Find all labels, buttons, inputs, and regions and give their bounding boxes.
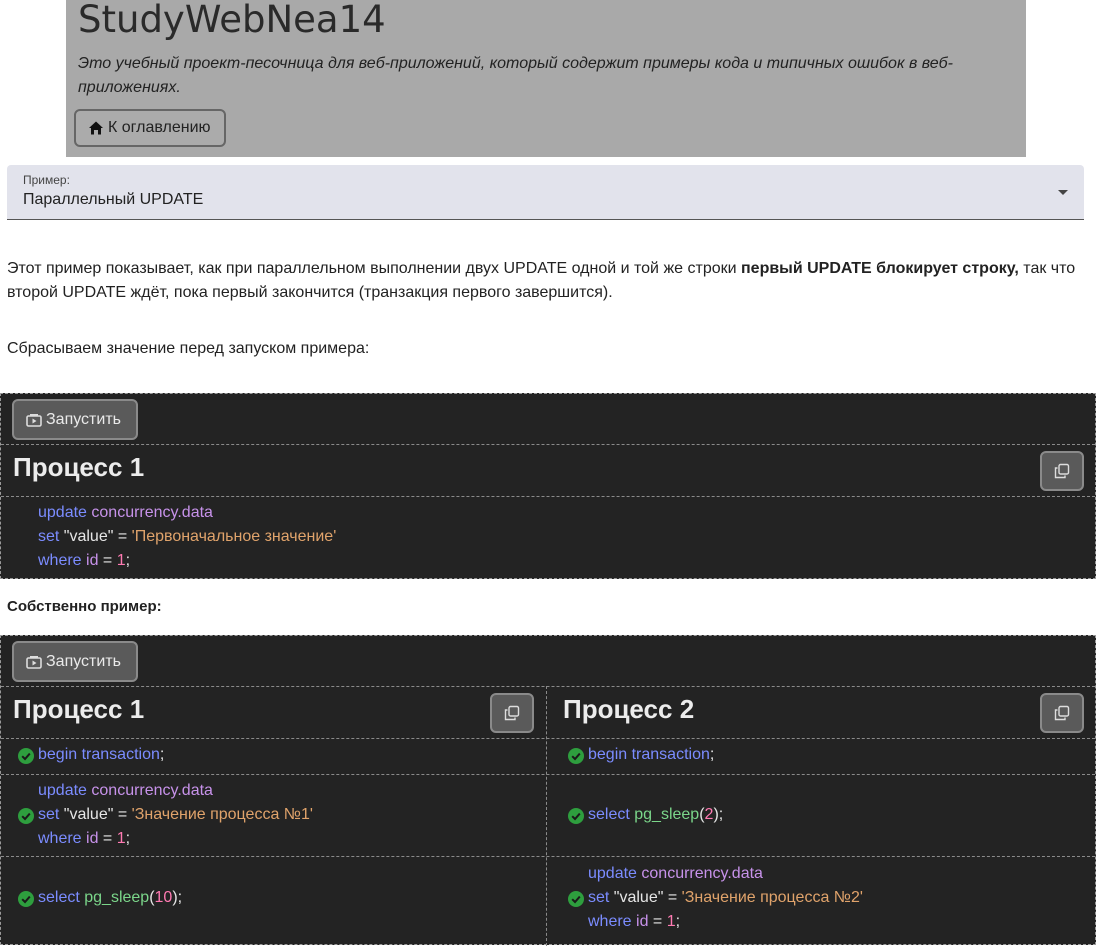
- code-number: 1: [116, 552, 126, 569]
- code-keyword: begin transaction: [588, 746, 710, 763]
- chevron-down-icon: [1058, 190, 1068, 195]
- divider: [1, 856, 1095, 857]
- code-column: "value": [613, 889, 664, 906]
- divider: [1, 774, 1095, 775]
- code-punct: ;: [675, 913, 681, 930]
- home-icon: [89, 121, 103, 135]
- code-keyword: where: [38, 830, 82, 847]
- code-keyword: set: [38, 528, 60, 545]
- code-punct: );: [713, 806, 724, 823]
- code-column: "value": [63, 806, 114, 823]
- run-button[interactable]: Запустить: [12, 399, 138, 440]
- run-button[interactable]: Запустить: [12, 641, 138, 682]
- check-circle-icon: [18, 891, 34, 907]
- example-select[interactable]: Пример: Параллельный UPDATE: [7, 165, 1084, 220]
- code-number: 1: [116, 830, 126, 847]
- code-function: pg_sleep: [634, 806, 700, 823]
- code-keyword: set: [38, 806, 60, 823]
- code-identifier: concurrency.data: [91, 504, 213, 521]
- run-icon: [26, 413, 42, 427]
- copy-button-process-1[interactable]: [490, 693, 534, 733]
- code-number: 10: [154, 889, 173, 906]
- code-number: 1: [666, 913, 676, 930]
- check-circle-icon: [568, 808, 584, 824]
- example-code-block: Запустить Процесс 1 Процесс 2 begin tran…: [0, 635, 1096, 946]
- code-operator: =: [663, 889, 682, 906]
- example-select-value: Параллельный UPDATE: [23, 191, 204, 208]
- code-operator: =: [113, 806, 132, 823]
- code-punct: );: [172, 889, 183, 906]
- code-identifier: concurrency.data: [641, 865, 763, 882]
- run-icon: [26, 655, 42, 669]
- code-operator: =: [648, 913, 667, 930]
- code-identifier: id: [86, 552, 99, 569]
- code-begin-p1: begin transaction;: [38, 743, 164, 767]
- process-2-title: Процесс 2: [563, 694, 695, 724]
- check-circle-icon: [18, 748, 34, 764]
- code-function: pg_sleep: [84, 889, 150, 906]
- divider: [1, 738, 1095, 739]
- copy-button-process-2[interactable]: [1040, 693, 1084, 733]
- copy-icon: [1054, 463, 1070, 479]
- code-keyword: begin transaction: [38, 746, 160, 763]
- code-punct: ;: [125, 552, 131, 569]
- example-select-label: Пример:: [23, 173, 70, 187]
- code-update-p2: update concurrency.data set "value" = 'З…: [588, 862, 863, 934]
- reset-label: Сбрасываем значение перед запуском приме…: [7, 340, 370, 357]
- code-punct: ;: [159, 746, 165, 763]
- code-identifier: id: [636, 913, 649, 930]
- reset-code-block: Запустить Процесс 1 update concurrency.d…: [0, 393, 1096, 579]
- code-keyword: set: [588, 889, 610, 906]
- code-string: 'Значение процесса №1': [131, 806, 313, 823]
- divider: [1, 496, 1095, 497]
- intro-text-bold: первый UPDATE блокирует строку,: [741, 260, 1019, 277]
- check-circle-icon: [568, 891, 584, 907]
- code-keyword: select: [38, 889, 80, 906]
- intro-text-before: Этот пример показывает, как при параллел…: [7, 260, 741, 277]
- code-string: 'Значение процесса №2': [681, 889, 863, 906]
- code-punct: ;: [125, 830, 131, 847]
- copy-icon: [504, 705, 520, 721]
- code-keyword: where: [38, 552, 82, 569]
- column-divider: [546, 686, 547, 946]
- divider: [1, 686, 1095, 687]
- code-keyword: select: [588, 806, 630, 823]
- copy-button[interactable]: [1040, 451, 1084, 491]
- code-sleep-p1: select pg_sleep(10);: [38, 886, 182, 910]
- code-begin-p2: begin transaction;: [588, 743, 714, 767]
- copy-icon: [1054, 705, 1070, 721]
- code-string: 'Первоначальное значение': [131, 528, 337, 545]
- code-operator: =: [98, 552, 117, 569]
- code-keyword: update: [38, 782, 87, 799]
- process-1-title: Процесс 1: [13, 694, 145, 724]
- code-operator: =: [98, 830, 117, 847]
- site-description: Это учебный проект-песочница для веб-при…: [78, 55, 953, 96]
- code-update-p1: update concurrency.data set "value" = 'З…: [38, 779, 313, 851]
- toc-button-label: К оглавлению: [108, 119, 211, 136]
- divider: [1, 444, 1095, 445]
- site-title: StudyWebNea14: [78, 0, 386, 41]
- example-label: Собственно пример:: [7, 598, 162, 615]
- run-button-label: Запустить: [46, 652, 121, 670]
- code-identifier: concurrency.data: [91, 782, 213, 799]
- site-header: StudyWebNea14 Это учебный проект-песочни…: [66, 0, 1026, 157]
- code-sleep-p2: select pg_sleep(2);: [588, 803, 723, 827]
- run-button-label: Запустить: [46, 410, 121, 428]
- code-column: "value": [63, 528, 114, 545]
- code-identifier: id: [86, 830, 99, 847]
- code-keyword: update: [38, 504, 87, 521]
- code-punct: ;: [709, 746, 715, 763]
- check-circle-icon: [18, 808, 34, 824]
- toc-button[interactable]: К оглавлению: [74, 109, 226, 147]
- code-keyword: where: [588, 913, 632, 930]
- process-title: Процесс 1: [13, 452, 145, 482]
- code-operator: =: [113, 528, 132, 545]
- check-circle-icon: [568, 748, 584, 764]
- intro-text: Этот пример показывает, как при параллел…: [7, 257, 1087, 305]
- code-keyword: update: [588, 865, 637, 882]
- code-reset-update: update concurrency.data set "value" = 'П…: [38, 501, 336, 573]
